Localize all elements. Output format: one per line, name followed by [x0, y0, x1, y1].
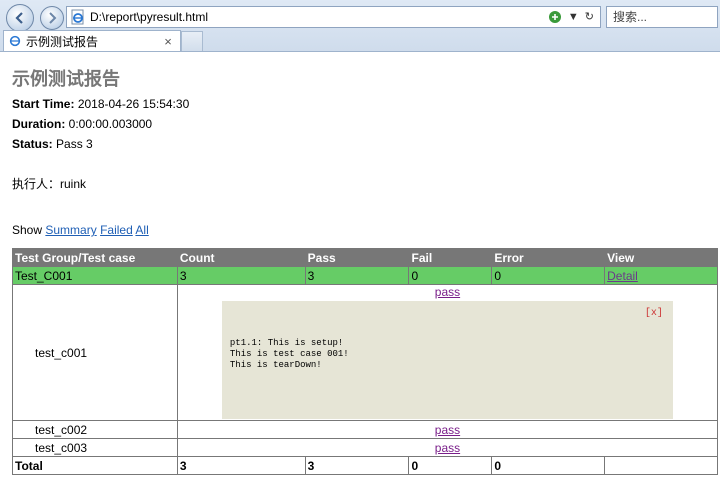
group-fail: 0 [408, 266, 493, 285]
show-label: Show [12, 223, 43, 237]
duration-value: 0:00:00.003000 [68, 117, 153, 131]
total-label: Total [12, 456, 178, 475]
header-cell: View [604, 248, 718, 267]
total-count: 3 [176, 456, 306, 475]
total-fail: 0 [408, 456, 493, 475]
filter-failed-link[interactable]: Failed [100, 223, 133, 237]
compatibility-icon[interactable] [548, 10, 562, 24]
group-name: Test_C001 [12, 266, 178, 285]
tab-title: 示例测试报告 [26, 34, 99, 49]
duration-label: Duration: [12, 117, 66, 131]
page-title: 示例测试报告 [12, 69, 120, 89]
case-result-cell: pass [x] pt1.1: This is setup! This is t… [176, 284, 719, 421]
filter-all-link[interactable]: All [135, 223, 148, 237]
group-error: 0 [491, 266, 606, 285]
executor-line: 执行人：ruink [12, 177, 87, 191]
total-row: Total 3 3 0 0 [12, 456, 718, 475]
popup-close-link[interactable]: [x] [645, 308, 663, 319]
arrow-right-icon [49, 12, 57, 24]
total-pass: 3 [304, 456, 410, 475]
case-result-link[interactable]: pass [435, 441, 460, 455]
header-cell: Error [491, 248, 606, 267]
status-attr: Status: Pass 3 [12, 137, 93, 151]
case-result-link[interactable]: pass [435, 285, 460, 299]
status-value: Pass 3 [56, 137, 93, 151]
header-cell: Pass [304, 248, 410, 267]
duration-attr: Duration: 0:00:00.003000 [12, 117, 152, 131]
refresh-icon[interactable]: ↻ [585, 9, 594, 25]
new-tab-button[interactable] [181, 31, 203, 51]
start-time-value: 2018-04-26 15:54:30 [77, 97, 190, 111]
group-count: 3 [176, 266, 306, 285]
case-result-link[interactable]: pass [435, 423, 460, 437]
case-result-cell: pass [176, 438, 719, 457]
result-table: Test Group/Test case Count Pass Fail Err… [12, 248, 719, 475]
ie-tab-icon [9, 35, 21, 47]
table-row: test_c003 pass [12, 438, 719, 457]
address-bar[interactable]: D:\report\pyresult.html ▼ ↻ [66, 6, 601, 28]
case-name: test_c003 [12, 438, 178, 457]
group-row: Test_C001 3 3 0 0 Detail [12, 266, 718, 285]
table-row: test_c002 pass [12, 420, 719, 439]
status-label: Status: [12, 137, 53, 151]
table-header-row: Test Group/Test case Count Pass Fail Err… [12, 248, 718, 267]
ie-page-icon [71, 9, 84, 25]
filter-links: Show Summary Failed All [12, 223, 149, 237]
arrow-left-icon [15, 12, 23, 24]
browser-chrome: D:\report\pyresult.html ▼ ↻ 搜索... 示例测试报告… [0, 0, 720, 52]
case-name: test_c001 [12, 284, 178, 421]
filter-summary-link[interactable]: Summary [45, 223, 96, 237]
back-button[interactable] [6, 4, 34, 32]
header-cell: Count [176, 248, 306, 267]
header-cell: Fail [408, 248, 493, 267]
popup-output-text: pt1.1: This is setup! This is test case … [229, 338, 349, 370]
group-pass: 3 [304, 266, 410, 285]
case-name: test_c002 [12, 420, 178, 439]
header-cell: Test Group/Test case [12, 248, 178, 267]
case-result-cell: pass [176, 420, 719, 439]
detail-link[interactable]: Detail [607, 269, 638, 283]
address-dropdown-icon[interactable]: ▼ [568, 9, 579, 25]
total-error: 0 [491, 456, 606, 475]
address-text[interactable]: D:\report\pyresult.html [90, 10, 548, 24]
output-popup: [x] pt1.1: This is setup! This is test c… [221, 301, 673, 419]
close-tab-icon[interactable]: × [160, 34, 176, 49]
total-view [604, 456, 718, 475]
forward-button[interactable] [40, 6, 64, 30]
start-time-label: Start Time: [12, 97, 75, 111]
start-time-attr: Start Time: 2018-04-26 15:54:30 [12, 97, 189, 111]
table-row: test_c001 pass [x] pt1.1: This is setup!… [12, 284, 719, 421]
group-view-cell: Detail [604, 266, 718, 285]
search-input[interactable]: 搜索... [606, 6, 718, 28]
tab-report[interactable]: 示例测试报告 × [3, 30, 181, 51]
